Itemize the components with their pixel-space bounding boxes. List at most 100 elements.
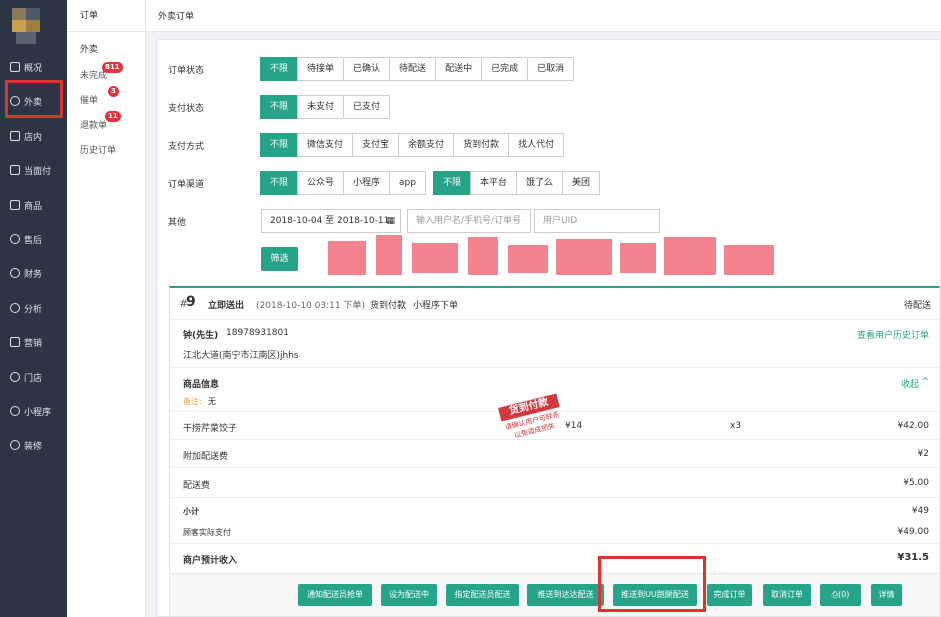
order-status-label: 订单状态 (168, 66, 205, 76)
push-dada-button[interactable]: 推送到达达配送 (527, 584, 604, 606)
filter-option[interactable]: 已完成 (481, 57, 529, 81)
pay-type: 货到付款 (370, 301, 407, 311)
extra-delivery-value: ¥2 (917, 449, 929, 459)
filter-option[interactable]: 不限 (260, 171, 299, 195)
nav-item-goods[interactable]: 商品 (0, 193, 67, 217)
customer-name: 钟(先生) (183, 331, 219, 341)
goods-total: ¥42.00 (897, 421, 930, 431)
nav-item-shop[interactable]: 门店 (0, 365, 67, 389)
nav-label: 小程序 (24, 407, 52, 418)
filter-option[interactable]: 已支付 (343, 95, 391, 119)
filter-option[interactable]: 公众号 (297, 171, 345, 195)
pay-method-label: 支付方式 (168, 142, 205, 152)
nav-item-analysis[interactable]: 分析 (0, 296, 67, 320)
income-row: 商户预计收入 ¥31.5 (170, 544, 939, 574)
history-orders-link[interactable]: 查看用户历史订单 (857, 328, 929, 341)
filter-option[interactable]: 余额支付 (398, 133, 455, 157)
goods-title: 商品信息 (183, 380, 220, 390)
filter-option[interactable]: 未支付 (297, 95, 345, 119)
filter-option[interactable]: 微信支付 (297, 133, 354, 157)
filter-option[interactable]: 美团 (562, 171, 601, 195)
nav-item-dine-in[interactable]: 店内 (0, 124, 67, 148)
filter-option[interactable]: 找人代付 (508, 133, 565, 157)
nav-item-finance[interactable]: 财务 (0, 261, 67, 285)
filter-option[interactable]: 不限 (260, 133, 299, 157)
paid-label: 顾客实际支付 (183, 528, 231, 537)
filter-option[interactable]: 饿了么 (516, 171, 564, 195)
channel-filter: 不限 公众号 小程序 app (260, 171, 426, 195)
collapse-link[interactable]: 收起 (901, 377, 919, 390)
nav-item-marketing[interactable]: 营销 (0, 330, 67, 354)
notify-courier-button[interactable]: 通知配送员抢单 (298, 584, 372, 606)
cancel-order-button[interactable]: 取消订单 (763, 584, 811, 606)
assign-courier-button[interactable]: 指定配送员配送 (446, 584, 519, 606)
filter-option[interactable]: 已确认 (343, 57, 391, 81)
after-sale-icon (10, 234, 20, 244)
highlight-box-takeout (5, 80, 63, 118)
set-delivering-button[interactable]: 设为配送中 (381, 584, 437, 606)
chevron-up-icon[interactable]: ^ (921, 377, 929, 387)
nav-label: 商品 (24, 201, 43, 212)
income-value: ¥31.5 (897, 552, 929, 563)
subnav-item-history[interactable]: 历史订单 (80, 143, 116, 156)
nav-label: 当面付 (24, 166, 52, 177)
nav-item-face-pay[interactable]: 当面付 (0, 158, 67, 182)
subnav-title: 订单 (67, 0, 145, 32)
platform-filter: 不限 本平台 饿了么 美团 (433, 171, 601, 195)
shop-icon (10, 372, 20, 382)
complete-order-button[interactable]: 完成订单 (707, 584, 752, 606)
refund-badge: 11 (105, 111, 121, 122)
filter-option[interactable]: 小程序 (343, 171, 391, 195)
subnav-group: 外卖 (80, 45, 99, 55)
subnav-item-reminder[interactable]: 催单 (80, 93, 98, 106)
filter-button[interactable]: 筛选 (261, 247, 298, 271)
search-input[interactable]: 输入用户名/手机号/订单号 (407, 209, 531, 233)
filter-option[interactable]: 已取消 (527, 57, 575, 81)
order-number: 9 (186, 294, 196, 310)
delivery-fee-value: ¥5.00 (903, 478, 929, 488)
store-logo (12, 8, 40, 44)
nav-item-after-sale[interactable]: 售后 (0, 227, 67, 251)
sub-navigation: 订单 外卖 未完成 811 催单 3 退款单 11 历史订单 (67, 0, 146, 617)
other-label: 其他 (168, 218, 187, 228)
goods-name: 干捞芹菜饺子 (183, 424, 238, 434)
page-title: 外卖订单 (158, 12, 195, 22)
filter-option[interactable]: app (389, 171, 426, 195)
nav-item-decoration[interactable]: 装修 (0, 433, 67, 457)
filter-option[interactable]: 不限 (433, 171, 472, 195)
filter-option[interactable]: 待配送 (389, 57, 437, 81)
date-range-input[interactable]: 2018-10-04 至 2018-10-11 ▦ (261, 209, 401, 233)
order-time: (2018-10-10 03:11 下单) (256, 301, 365, 311)
delivery-fee-row: 配送费 ¥5.00 (170, 468, 939, 498)
mini-program-icon (10, 406, 20, 416)
filter-option[interactable]: 不限 (260, 95, 299, 119)
uid-input[interactable]: 用户UID (534, 209, 660, 233)
subtotal-value: ¥49 (911, 506, 929, 516)
filter-option[interactable]: 支付宝 (352, 133, 400, 157)
nav-label: 门店 (24, 373, 43, 384)
order-card: # 9 立即送出 (2018-10-10 03:11 下单) 货到付款 小程序下… (169, 286, 940, 616)
nav-item-overview[interactable]: 概况 (0, 55, 67, 79)
highlight-box-uu (598, 556, 706, 612)
subnav-item-refund[interactable]: 退款单 (80, 118, 107, 131)
income-label: 商户预计收入 (183, 556, 238, 566)
nav-label: 店内 (24, 132, 43, 143)
nav-label: 装修 (24, 441, 43, 452)
filter-option[interactable]: 本平台 (470, 171, 518, 195)
order-status-filter: 不限 待接单 已确认 待配送 配送中 已完成 已取消 (260, 57, 575, 81)
finance-icon (10, 268, 20, 278)
order-header: # 9 立即送出 (2018-10-10 03:11 下单) 货到付款 小程序下… (170, 288, 939, 320)
filter-option[interactable]: 待接单 (297, 57, 345, 81)
extra-delivery-row: 附加配送费 ¥2 (170, 440, 939, 468)
filter-option[interactable]: 配送中 (435, 57, 483, 81)
subtotal-section: 小计 ¥49 顾客实际支付 ¥49.00 (170, 498, 939, 544)
filter-option[interactable]: 货到付款 (453, 133, 510, 157)
filter-option[interactable]: 不限 (260, 57, 299, 81)
nav-item-mini-program[interactable]: 小程序 (0, 399, 67, 423)
print-count: (0) (838, 590, 850, 599)
analysis-icon (10, 303, 20, 313)
details-button[interactable]: 详情 (871, 584, 902, 606)
pay-method-filter: 不限 微信支付 支付宝 余额支付 货到付款 找人代付 (260, 133, 565, 157)
decoration-icon (10, 440, 20, 450)
print-button[interactable]: ⎙(0) (820, 584, 861, 606)
